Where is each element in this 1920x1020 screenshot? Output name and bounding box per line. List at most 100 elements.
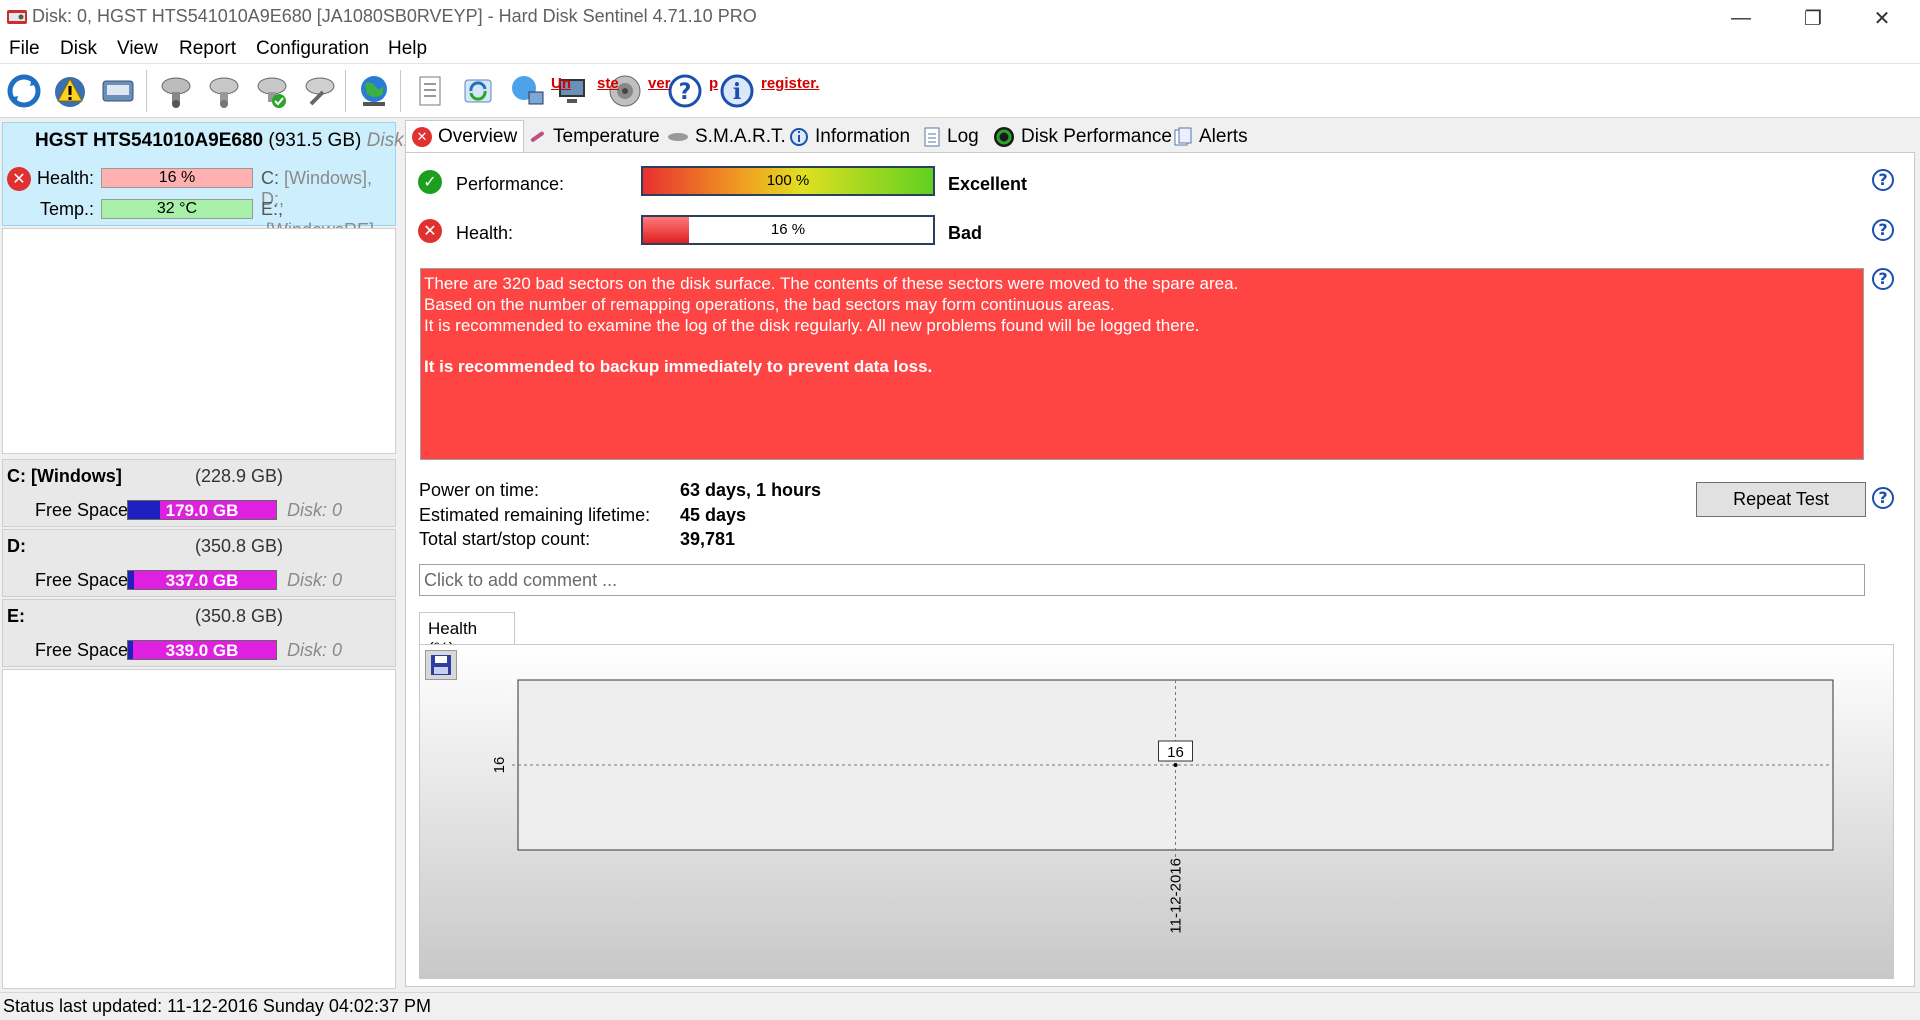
temp-bar-value: 32 °C xyxy=(156,200,198,217)
power-on-value: 63 days, 1 hours xyxy=(680,480,822,500)
menu-report[interactable]: Report xyxy=(179,38,236,60)
tab-log-label: Log xyxy=(947,126,979,147)
menu-disk[interactable]: Disk xyxy=(60,38,97,60)
close-button[interactable]: ✕ xyxy=(1853,0,1911,36)
tab-temperature[interactable]: Temperature xyxy=(521,122,666,152)
volume-size: (350.8 GB) xyxy=(195,606,284,626)
refresh-icon[interactable] xyxy=(3,70,45,112)
alert-recommendation: It is recommended to backup immediately … xyxy=(424,357,933,376)
health-help-icon[interactable]: ? xyxy=(1872,219,1894,241)
free-space-bar: 179.0 GB xyxy=(127,500,277,520)
x-tick-label: 11-12-2016 xyxy=(1168,858,1185,934)
volume-disk: Disk: 0 xyxy=(287,570,343,590)
free-space-label: Free Space xyxy=(35,500,129,520)
health-bar-value: 16 % xyxy=(158,169,196,186)
comment-input[interactable] xyxy=(419,564,1865,596)
sync-icon[interactable] xyxy=(457,70,499,112)
tab-information[interactable]: Information xyxy=(783,122,916,152)
tab-temperature-label: Temperature xyxy=(553,126,660,147)
volume-disk: Disk: 0 xyxy=(287,500,343,520)
volume-disk: Disk: 0 xyxy=(287,640,343,660)
title-bar: Disk: 0, HGST HTS541010A9E680 [JA1080SB0… xyxy=(0,0,1920,36)
svg-text:i: i xyxy=(733,79,741,105)
disk-test-icon[interactable] xyxy=(155,70,197,112)
left-bottom-area xyxy=(2,669,396,989)
disk-tools-icon[interactable] xyxy=(299,70,341,112)
volume-size: (228.9 GB) xyxy=(195,466,284,486)
free-space-label: Free Space xyxy=(35,640,129,660)
app-icon xyxy=(6,7,28,27)
tab-smart[interactable]: S.M.A.R.T. xyxy=(661,122,792,152)
tab-overview-label: Overview xyxy=(438,126,518,147)
performance-rating: Excellent xyxy=(948,174,1028,194)
tab-smart-label: S.M.A.R.T. xyxy=(695,126,786,147)
register-link-part3[interactable]: ver xyxy=(648,75,671,92)
tab-information-label: Information xyxy=(815,126,911,147)
report-icon[interactable] xyxy=(409,70,451,112)
tab-overview[interactable]: ✕ Overview xyxy=(405,120,525,153)
menu-file[interactable]: File xyxy=(9,38,40,60)
minimize-button[interactable]: — xyxy=(1712,0,1770,36)
free-space-label: Free Space xyxy=(35,570,129,590)
disk-card[interactable]: HGST HTS541010A9E680 (931.5 GB) Disk: 0 … xyxy=(2,122,425,240)
volume-card-d[interactable]: D: (350.8 GB) Free Space 337.0 GB Disk: … xyxy=(2,529,396,597)
temp-label: Temp.: xyxy=(40,199,95,219)
alert-help-icon[interactable]: ? xyxy=(1872,268,1894,290)
power-on-label: Power on time: xyxy=(419,480,540,500)
startstop-value: 39,781 xyxy=(680,529,736,549)
tab-disk-performance[interactable]: Disk Performance xyxy=(987,122,1178,152)
health-meter-value: 16 % xyxy=(770,221,806,238)
globe-icon[interactable] xyxy=(353,70,395,112)
register-link-part4[interactable]: p xyxy=(709,75,718,92)
tab-log[interactable]: Log xyxy=(917,122,985,152)
disk-size: (931.5 GB) xyxy=(268,130,362,151)
disk-ok-icon[interactable] xyxy=(251,70,293,112)
repeat-test-button[interactable]: Repeat Test xyxy=(1696,482,1866,517)
alert-disk-icon[interactable] xyxy=(49,70,91,112)
free-space-value: 339.0 GB xyxy=(165,641,239,660)
drive-letter-e: E:, xyxy=(261,199,284,219)
tab-alerts-label: Alerts xyxy=(1199,126,1248,147)
lifetime-value: 45 days xyxy=(680,505,747,525)
disk-surface-test-icon[interactable] xyxy=(203,70,245,112)
register-link-part1[interactable]: Un xyxy=(551,75,571,92)
error-icon: ✕ xyxy=(412,127,432,147)
drive-letter-c: C: xyxy=(261,168,279,188)
volume-card-c[interactable]: C: [Windows] (228.9 GB) Free Space 179.0… xyxy=(2,459,396,527)
performance-meter-value: 100 % xyxy=(766,172,810,189)
tab-bar: ✕ Overview Temperature S.M.A.R.T. Inform… xyxy=(405,120,1255,153)
toolbar: ? i Un ste ver p register. xyxy=(0,64,1920,118)
gauge-icon xyxy=(994,127,1014,147)
tab-disk-performance-label: Disk Performance xyxy=(1021,126,1172,147)
restore-button[interactable]: ❐ xyxy=(1784,0,1842,36)
info-icon[interactable]: i xyxy=(716,70,758,112)
disk-icon xyxy=(668,133,688,141)
svg-text:?: ? xyxy=(679,80,692,105)
alert-message-box: There are 320 bad sectors on the disk su… xyxy=(420,268,1864,460)
volume-name: C: [Windows] xyxy=(7,466,122,486)
health-rating: Bad xyxy=(948,223,983,243)
data-point xyxy=(1173,763,1178,767)
window-title: Disk: 0, HGST HTS541010A9E680 [JA1080SB0… xyxy=(32,6,757,26)
volume-card-e[interactable]: E: (350.8 GB) Free Space 339.0 GB Disk: … xyxy=(2,599,396,667)
health-label: Health: xyxy=(37,168,95,188)
network-icon[interactable] xyxy=(505,70,547,112)
performance-ok-icon: ✓ xyxy=(418,170,442,194)
y-tick-label: 16 xyxy=(491,757,508,774)
menu-help[interactable]: Help xyxy=(388,38,427,60)
menu-configuration[interactable]: Configuration xyxy=(256,38,369,60)
register-link-part2[interactable]: ste xyxy=(597,75,619,92)
chart-tab-health[interactable]: Health (%) xyxy=(419,612,515,658)
free-space-bar: 337.0 GB xyxy=(127,570,277,590)
menu-view[interactable]: View xyxy=(117,38,158,60)
health-bar: 16 % xyxy=(101,168,253,188)
disk-info-icon[interactable] xyxy=(97,70,139,112)
disk-model: HGST HTS541010A9E680 xyxy=(35,130,264,151)
disk-list-area xyxy=(2,228,396,454)
lifetime-label: Estimated remaining lifetime: xyxy=(419,505,651,525)
performance-help-icon[interactable]: ? xyxy=(1872,169,1894,191)
repeat-test-help-icon[interactable]: ? xyxy=(1872,487,1894,509)
tab-alerts[interactable]: Alerts xyxy=(1167,122,1254,152)
health-chart: 16 11-12-2016 16 xyxy=(491,679,1834,934)
register-link[interactable]: register. xyxy=(761,75,819,92)
